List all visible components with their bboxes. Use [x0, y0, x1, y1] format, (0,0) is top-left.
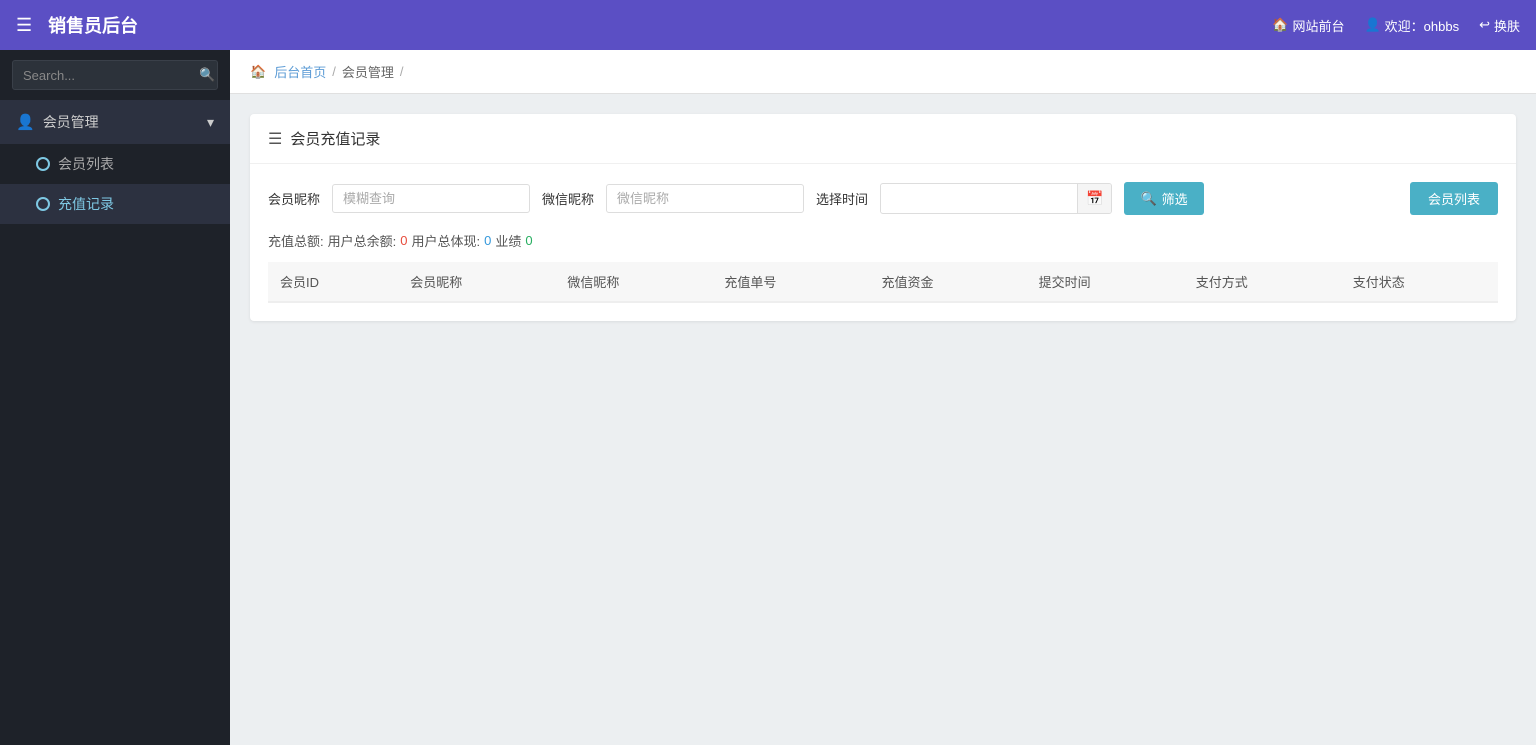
wechat-nickname-label: 微信昵称: [542, 189, 594, 208]
date-input[interactable]: [881, 185, 1077, 212]
wechat-nickname-input[interactable]: [606, 184, 804, 213]
member-nickname-input[interactable]: [332, 184, 530, 213]
table-col-header: 充值资金: [870, 262, 1027, 302]
stats-user-cash-label: 用户总体现:: [411, 231, 480, 250]
user-management-icon: 👤: [16, 113, 35, 131]
sidebar-item-member-list[interactable]: 会员列表: [0, 144, 230, 184]
card-title: 会员充值记录: [290, 128, 380, 149]
table-col-header: 支付状态: [1341, 262, 1498, 302]
table-header-row: 会员ID会员昵称微信昵称充值单号充值资金提交时间支付方式支付状态: [268, 262, 1498, 302]
table-col-header: 微信昵称: [555, 262, 712, 302]
dot-icon: [36, 157, 50, 171]
stats-user-cash-val: 0: [484, 233, 491, 248]
stats-total-label: 充值总额:: [268, 231, 324, 250]
sidebar-search-area: 🔍: [0, 50, 230, 100]
dot-icon-active: [36, 197, 50, 211]
menu-toggle-icon[interactable]: ☰: [16, 15, 32, 36]
stats-user-balance-label: 用户总余额:: [328, 231, 397, 250]
chevron-down-icon: ▾: [207, 114, 214, 131]
search-filter-icon: 🔍: [1140, 191, 1156, 207]
welcome-user-link[interactable]: 👤 欢迎：ohbbs: [1364, 16, 1459, 35]
main-content: 🏠 后台首页 / 会员管理 / ☰ 会员充值记录 会员昵称: [230, 50, 1536, 745]
table-col-header: 会员昵称: [398, 262, 555, 302]
card-header: ☰ 会员充值记录: [250, 114, 1516, 164]
filter-row: 会员昵称 微信昵称 选择时间 📅 🔍 筛选 会: [268, 182, 1498, 215]
main-card: ☰ 会员充值记录 会员昵称 微信昵称 选择时间 📅: [250, 114, 1516, 321]
sidebar-search-box[interactable]: 🔍: [12, 60, 218, 90]
date-input-wrap: 📅: [880, 183, 1112, 214]
member-nickname-label: 会员昵称: [268, 189, 320, 208]
switch-icon: ↩: [1479, 17, 1490, 33]
date-label: 选择时间: [816, 189, 868, 208]
sidebar-item-member-management[interactable]: 👤 会员管理 ▾: [0, 100, 230, 144]
breadcrumb-home-link[interactable]: 后台首页: [274, 62, 326, 81]
page-area: ☰ 会员充值记录 会员昵称 微信昵称 选择时间 📅: [230, 94, 1536, 745]
website-front-link[interactable]: 🏠 网站前台: [1272, 16, 1344, 35]
calendar-icon[interactable]: 📅: [1077, 184, 1111, 213]
member-management-label: 会员管理: [43, 112, 99, 132]
table-head: 会员ID会员昵称微信昵称充值单号充值资金提交时间支付方式支付状态: [268, 262, 1498, 302]
recharge-records-label: 充值记录: [58, 194, 114, 214]
search-icon: 🔍: [199, 67, 215, 83]
breadcrumb-sep-1: /: [332, 64, 336, 79]
logout-link[interactable]: ↩ 换肤: [1479, 16, 1520, 35]
card-body: 会员昵称 微信昵称 选择时间 📅 🔍 筛选 会: [250, 164, 1516, 321]
stats-performance-label: 业绩: [495, 231, 521, 250]
table-col-header: 提交时间: [1027, 262, 1184, 302]
home-icon: 🏠: [1272, 17, 1288, 33]
filter-button[interactable]: 🔍 筛选: [1124, 182, 1203, 215]
sidebar: 🔍 👤 会员管理 ▾ 会员列表 充值记录: [0, 50, 230, 745]
table-col-header: 会员ID: [268, 262, 398, 302]
stats-performance-val: 0: [525, 233, 532, 248]
member-list-button[interactable]: 会员列表: [1410, 182, 1498, 215]
list-icon: ☰: [268, 129, 282, 149]
navbar-right: 🏠 网站前台 👤 欢迎：ohbbs ↩ 换肤: [1272, 16, 1520, 35]
breadcrumb-sep-2: /: [400, 64, 404, 79]
table-col-header: 充值单号: [712, 262, 869, 302]
layout: 🔍 👤 会员管理 ▾ 会员列表 充值记录 🏠 后台首页 /: [0, 50, 1536, 745]
table-col-header: 支付方式: [1184, 262, 1341, 302]
stats-row: 充值总额: 用户总余额: 0 用户总体现: 0 业绩 0: [268, 231, 1498, 250]
user-icon: 👤: [1364, 17, 1380, 33]
app-title: 销售员后台: [48, 12, 138, 38]
sidebar-item-recharge-records[interactable]: 充值记录: [0, 184, 230, 224]
navbar: ☰ 销售员后台 🏠 网站前台 👤 欢迎：ohbbs ↩ 换肤: [0, 0, 1536, 50]
stats-user-balance-val: 0: [400, 233, 407, 248]
breadcrumb: 🏠 后台首页 / 会员管理 /: [230, 50, 1536, 94]
search-input[interactable]: [23, 68, 199, 83]
recharge-table: 会员ID会员昵称微信昵称充值单号充值资金提交时间支付方式支付状态: [268, 262, 1498, 303]
breadcrumb-current: 会员管理: [342, 62, 394, 81]
breadcrumb-home-icon: 🏠: [250, 64, 266, 80]
member-list-label: 会员列表: [58, 154, 114, 174]
